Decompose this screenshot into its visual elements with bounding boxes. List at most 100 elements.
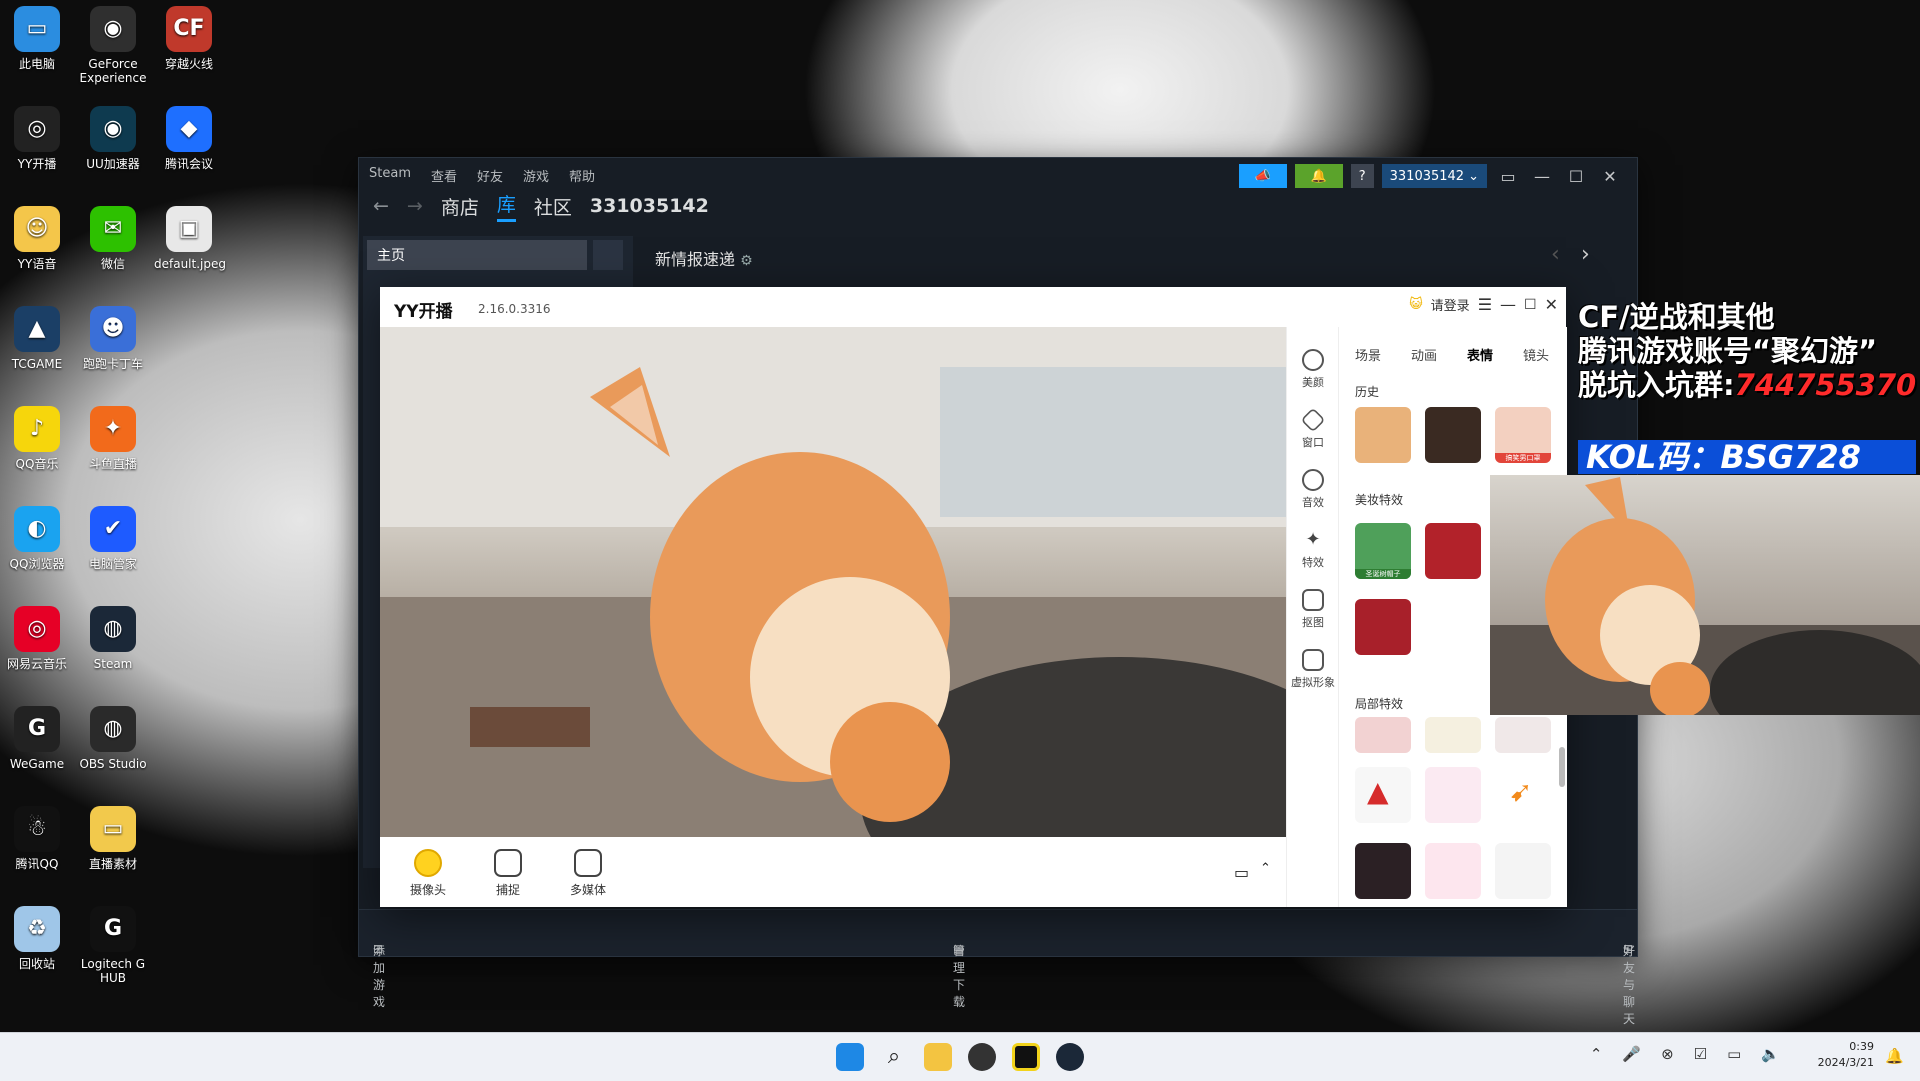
- desktop-icon[interactable]: ◉ GeForce Experience: [78, 6, 148, 85]
- file-explorer-icon[interactable]: [924, 1043, 952, 1071]
- tab-animation[interactable]: 动画: [1411, 345, 1437, 364]
- nav-username[interactable]: 331035142: [590, 195, 709, 217]
- search-icon[interactable]: ⌕: [880, 1043, 908, 1071]
- video-camera-icon[interactable]: ▭: [1234, 863, 1249, 882]
- account-menu[interactable]: 331035142 ⌄: [1381, 164, 1487, 188]
- desktop-icon[interactable]: ◎ YY开播: [2, 106, 72, 171]
- side-beauty[interactable]: 美颜: [1287, 349, 1339, 390]
- effect-thumb-cat-ears[interactable]: [1355, 843, 1411, 899]
- windows-start-icon[interactable]: [836, 1043, 864, 1071]
- panel-scrollbar[interactable]: [1559, 747, 1565, 787]
- nav-store[interactable]: 商店: [441, 193, 479, 220]
- desktop-icon[interactable]: ♻ 回收站: [2, 906, 72, 971]
- help-button[interactable]: ?: [1350, 164, 1374, 188]
- yy-taskbar-icon[interactable]: [1012, 1043, 1040, 1071]
- desktop-icon[interactable]: G WeGame: [2, 706, 72, 771]
- media-tool[interactable]: 多媒体: [563, 849, 613, 898]
- desktop-icon[interactable]: ✉ 微信: [78, 206, 148, 271]
- camera-preview[interactable]: [380, 327, 1286, 837]
- desktop-icon[interactable]: ▭ 直播素材: [78, 806, 148, 871]
- gear-icon[interactable]: ⚙: [740, 253, 753, 269]
- desktop-icon[interactable]: ◎ 网易云音乐: [2, 606, 72, 671]
- maximize-icon[interactable]: ☐: [1563, 167, 1589, 186]
- effect-thumb-bunny-girl[interactable]: [1425, 767, 1481, 823]
- effect-thumb-hearts[interactable]: [1425, 843, 1481, 899]
- account-name: 331035142: [1389, 168, 1465, 184]
- effect-thumb-helmet[interactable]: [1495, 843, 1551, 899]
- minimize-icon[interactable]: —: [1529, 167, 1555, 186]
- menu-icon[interactable]: ☰: [1478, 295, 1492, 314]
- effect-thumb-mask[interactable]: 搞笑男口罩: [1495, 407, 1551, 463]
- desktop-icon[interactable]: ◍ Steam: [78, 606, 148, 671]
- desktop-icon[interactable]: CF 穿越火线: [154, 6, 224, 71]
- effect-thumb-carrot[interactable]: ➹: [1495, 767, 1551, 823]
- desktop-icon-label: YY开播: [17, 157, 57, 171]
- carousel-prev-icon[interactable]: ‹: [1551, 242, 1560, 267]
- steam-menu-steam[interactable]: Steam: [369, 166, 411, 185]
- effect-thumb-girl[interactable]: [1495, 717, 1551, 753]
- capture-tool[interactable]: 捕捉: [483, 849, 533, 898]
- steam-menu-view[interactable]: 查看: [431, 166, 457, 185]
- desktop-icon[interactable]: ◐ QQ浏览器: [2, 506, 72, 571]
- desktop-icon[interactable]: ▣ default.jpeg: [154, 206, 226, 271]
- tray-check-icon[interactable]: ☑: [1694, 1045, 1707, 1063]
- desktop-icon[interactable]: ◆ 腾讯会议: [154, 106, 224, 171]
- forward-arrow-icon[interactable]: →: [407, 195, 423, 217]
- steam-taskbar-icon[interactable]: [1056, 1043, 1084, 1071]
- desktop-icon[interactable]: ♪ QQ音乐: [2, 406, 72, 471]
- side-effects[interactable]: ✦ 特效: [1287, 529, 1339, 570]
- nav-library[interactable]: 库: [496, 190, 516, 222]
- steam-menu-friends[interactable]: 好友: [477, 166, 503, 185]
- desktop-icon[interactable]: ▲ TCGAME: [2, 306, 72, 371]
- tray-app-icon[interactable]: ⊗: [1661, 1045, 1674, 1063]
- side-sound[interactable]: 音效: [1287, 469, 1339, 510]
- desktop-icon[interactable]: G Logitech G HUB: [78, 906, 148, 985]
- desktop-icon[interactable]: ◉ UU加速器: [78, 106, 148, 171]
- side-avatar[interactable]: 虚拟形象: [1287, 649, 1339, 690]
- notifications-button[interactable]: 🔔: [1294, 164, 1343, 188]
- nav-community[interactable]: 社区: [534, 193, 572, 220]
- microphone-icon[interactable]: 🎤: [1622, 1045, 1641, 1063]
- maximize-icon[interactable]: ☐: [1524, 297, 1537, 313]
- camera-tool[interactable]: 摄像头: [403, 849, 453, 898]
- network-icon[interactable]: ▭: [1727, 1045, 1741, 1063]
- effect-thumb-tree-hat[interactable]: 圣诞树帽子: [1355, 523, 1411, 579]
- steam-menu-help[interactable]: 帮助: [569, 166, 595, 185]
- login-link[interactable]: 请登录: [1431, 295, 1470, 314]
- close-icon[interactable]: ✕: [1597, 167, 1623, 186]
- effect-thumb-man[interactable]: [1425, 407, 1481, 463]
- side-window[interactable]: 窗口: [1287, 407, 1339, 450]
- side-cutout[interactable]: 抠图: [1287, 589, 1339, 630]
- grid-view-icon[interactable]: [593, 240, 623, 270]
- clock[interactable]: 0:39 2024/3/21: [1818, 1039, 1874, 1071]
- desktop-icon[interactable]: ☃ 腾讯QQ: [2, 806, 72, 871]
- effect-thumb-santa-hat[interactable]: ▲: [1355, 767, 1411, 823]
- tab-lens[interactable]: 镜头: [1523, 345, 1549, 364]
- desktop-icon[interactable]: ✔ 电脑管家: [78, 506, 148, 571]
- desktop-icon[interactable]: ☻ 跑跑卡丁车: [78, 306, 148, 371]
- volume-icon[interactable]: 🔈: [1761, 1045, 1780, 1063]
- desktop-icon[interactable]: ✦ 斗鱼直播: [78, 406, 148, 471]
- library-home[interactable]: 主页: [367, 240, 587, 270]
- tray-overflow-icon[interactable]: ⌃: [1590, 1045, 1603, 1063]
- carousel-next-icon[interactable]: ›: [1581, 242, 1590, 267]
- steam-menu-games[interactable]: 游戏: [523, 166, 549, 185]
- close-icon[interactable]: ✕: [1545, 295, 1558, 314]
- broadcast-button[interactable]: 📣: [1238, 164, 1287, 188]
- effect-thumb-santa[interactable]: [1355, 599, 1411, 655]
- minimize-icon[interactable]: —: [1500, 295, 1516, 314]
- effect-thumb-crown[interactable]: [1425, 717, 1481, 753]
- desktop-icon[interactable]: ◍ OBS Studio: [78, 706, 148, 771]
- bigpicture-icon[interactable]: ▭: [1495, 167, 1521, 186]
- chevron-up-icon[interactable]: ⌃: [1260, 861, 1271, 876]
- effect-thumb-christmas[interactable]: [1425, 523, 1481, 579]
- back-arrow-icon[interactable]: ←: [373, 195, 389, 217]
- effect-thumb-shiba[interactable]: [1355, 407, 1411, 463]
- desktop-icon[interactable]: ☺ YY语音: [2, 206, 72, 271]
- desktop-icon[interactable]: ▭ 此电脑: [2, 6, 72, 71]
- tab-scene[interactable]: 场景: [1355, 345, 1381, 364]
- effect-thumb-face[interactable]: [1355, 717, 1411, 753]
- obs-taskbar-icon[interactable]: [968, 1043, 996, 1071]
- tab-expression[interactable]: 表情: [1467, 345, 1493, 364]
- notification-bell-icon[interactable]: 🔔: [1885, 1047, 1904, 1065]
